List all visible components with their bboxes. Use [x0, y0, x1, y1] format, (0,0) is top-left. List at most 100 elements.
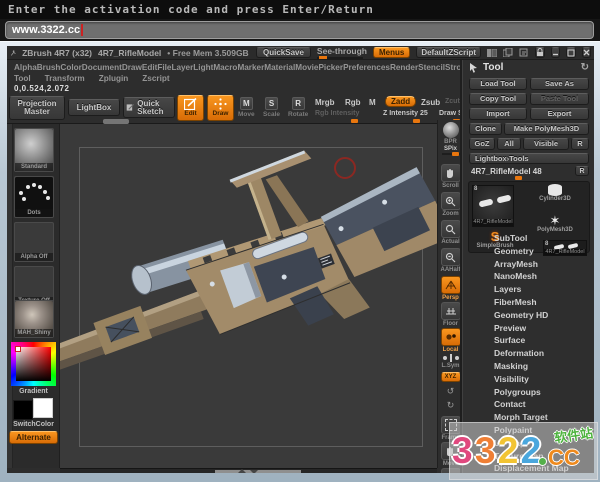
color-picker-cursor[interactable] [15, 346, 21, 352]
edit-mode-button[interactable]: Edit [177, 95, 204, 121]
aahalf-button[interactable]: AAHalf [439, 248, 462, 273]
draw-mode-button[interactable]: Draw [207, 95, 234, 121]
rgb-intensity-slider[interactable]: Rgb Intensity [315, 110, 359, 117]
menu-item[interactable]: Brush [37, 63, 61, 72]
paste-doc-icon[interactable] [519, 48, 529, 58]
bottom-tray-divider[interactable] [60, 468, 437, 473]
zcut-toggle[interactable]: Zcut [445, 98, 460, 105]
gradient-label[interactable]: Gradient [7, 388, 60, 395]
palette-menu-item[interactable]: Transform [45, 74, 85, 83]
default-zscript-button[interactable]: DefaultZScript [416, 47, 481, 58]
color-picker[interactable] [11, 342, 56, 386]
active-tool-r-button[interactable]: R [575, 166, 589, 176]
tool-section-header[interactable]: Geometry HD [463, 309, 594, 322]
lightbox-tools-button[interactable]: Lightbox›Tools [469, 153, 589, 164]
menu-item[interactable]: Stencil [418, 63, 445, 72]
import-button[interactable]: Import [469, 108, 527, 120]
current-alpha-thumbnail[interactable]: Alpha Off [14, 222, 54, 262]
xyz-button[interactable]: XYZ [439, 372, 462, 382]
persp-button[interactable]: Persp [439, 276, 462, 301]
load-tool-button[interactable]: Load Tool [469, 78, 527, 90]
tool-section-header[interactable]: NanoMesh [463, 270, 594, 283]
tool-section-header[interactable]: SubTool [463, 232, 594, 245]
clone-button[interactable]: Clone [469, 123, 502, 135]
tray-up-arrow-icon[interactable] [238, 469, 246, 473]
actual-button[interactable]: Actual [439, 220, 462, 245]
tool-section-header[interactable]: Contact [463, 398, 594, 411]
menu-item[interactable]: Movie [295, 63, 318, 72]
menu-item[interactable]: Alpha [14, 63, 37, 72]
current-stroke-thumbnail[interactable]: Dots [14, 176, 54, 218]
menu-item[interactable]: File [157, 63, 171, 72]
local-button[interactable]: Local [439, 328, 462, 353]
lsym-button[interactable]: L.Sym [439, 354, 462, 369]
menu-item[interactable]: Document [82, 63, 122, 72]
menu-item[interactable]: Preferences [343, 63, 390, 72]
move-mode-button[interactable]: M Move [238, 97, 255, 118]
switch-color-label[interactable]: SwitchColor [7, 421, 60, 428]
close-button[interactable] [582, 47, 591, 58]
tray-down-arrow-icon[interactable] [250, 470, 258, 473]
top-tray-handle[interactable] [103, 119, 129, 124]
scale-mode-button[interactable]: S Scale [263, 97, 280, 118]
menu-item[interactable]: Light [193, 63, 213, 72]
menu-item[interactable]: Color [60, 63, 81, 72]
quick-sketch-button[interactable]: Quick Sketch [123, 97, 175, 118]
tool-section-header[interactable]: ArrayMesh [463, 258, 594, 271]
copy-doc-icon[interactable] [503, 48, 513, 58]
tool-section-header[interactable]: Deformation [463, 347, 594, 360]
tool-panel-header[interactable]: Tool ↻ [463, 60, 594, 75]
tool-section-header[interactable]: FiberMesh [463, 296, 594, 309]
current-brush-thumbnail[interactable]: Standard [14, 128, 54, 172]
palette-menu-item[interactable]: Tool [14, 74, 31, 83]
tool-section-header[interactable]: Preview [463, 322, 594, 335]
tool-section-header[interactable]: Polygroups [463, 386, 594, 399]
see-through-handle[interactable] [318, 56, 327, 59]
zsub-toggle[interactable]: Zsub [421, 98, 440, 107]
minimize-button[interactable] [551, 47, 560, 58]
copy-tool-button[interactable]: Copy Tool [469, 93, 527, 105]
menu-item[interactable]: Picker [318, 63, 343, 72]
palette-menu-item[interactable]: Zscript [142, 74, 169, 83]
bottom-tray-handle[interactable] [215, 470, 301, 473]
activation-code-input[interactable]: www.3322.cc [5, 21, 594, 39]
rgb-toggle[interactable]: Rgb [345, 98, 361, 107]
document-canvas[interactable] [60, 124, 437, 468]
menu-item[interactable]: Render [390, 63, 418, 72]
restore-button[interactable] [566, 47, 576, 58]
paste-tool-button[interactable]: Paste Tool [530, 93, 589, 105]
menu-item[interactable]: Macro [213, 63, 237, 72]
see-through-slider[interactable]: See-through [316, 46, 367, 59]
goz-visible-button[interactable]: Visible [523, 138, 569, 150]
scroll-button[interactable]: Scroll [439, 164, 462, 189]
spix-slider[interactable]: SPix [439, 146, 462, 156]
active-tool-name[interactable]: 4R7_RifleModel 48 [471, 167, 542, 176]
active-tool-slider-handle[interactable] [515, 176, 522, 180]
lock-icon[interactable] [535, 47, 545, 58]
tool-section-header[interactable]: Layers [463, 283, 594, 296]
title-bar[interactable]: ZBrush 4R7 (x32) 4R7_RifleModel • Free M… [7, 46, 594, 60]
current-material-thumbnail[interactable]: MAH_Shiny [14, 300, 54, 338]
bpr-render-button[interactable]: BPR [439, 122, 462, 145]
tool-section-header[interactable]: Masking [463, 360, 594, 373]
export-button[interactable]: Export [530, 108, 589, 120]
rotate-mode-button[interactable]: R Rotate [288, 97, 308, 118]
panel-config-icon[interactable] [487, 48, 497, 58]
panel-cycle-icon[interactable]: ↻ [581, 62, 589, 73]
cylinder3d-tool[interactable]: Cylinder3D [521, 184, 589, 214]
y-rotate-button[interactable]: ↺ [439, 386, 462, 396]
lightbox-button[interactable]: LightBox [68, 99, 120, 116]
goz-button[interactable]: GoZ [469, 138, 495, 150]
rifle-model-3d[interactable] [60, 124, 437, 468]
active-tool-thumbnail[interactable]: 8 4R7_RifleModel [472, 185, 514, 227]
floor-button[interactable]: Floor [439, 302, 462, 327]
tool-section-header[interactable]: Visibility [463, 373, 594, 386]
menus-toggle-button[interactable]: Menus [372, 47, 411, 58]
zoom-button[interactable]: Zoom [439, 192, 462, 217]
tool-section-header[interactable]: Surface [463, 334, 594, 347]
mrgb-toggle[interactable]: Mrgb [315, 98, 335, 107]
menu-item[interactable]: Marker [237, 63, 264, 72]
palette-menu-item[interactable]: Zplugin [99, 74, 129, 83]
main-color-swatch[interactable] [13, 400, 33, 420]
m-toggle[interactable]: M [369, 98, 376, 107]
